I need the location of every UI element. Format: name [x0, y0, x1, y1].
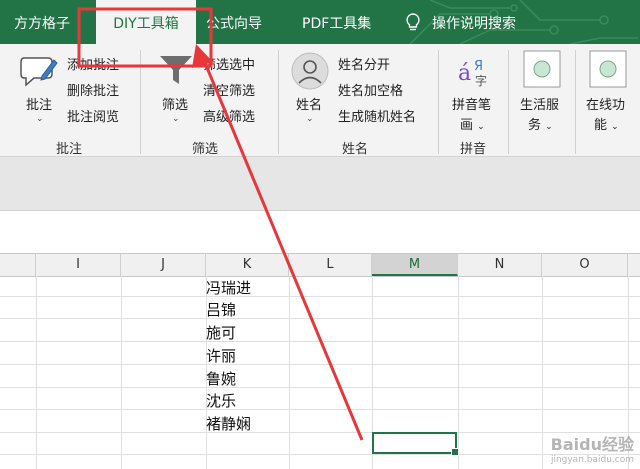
arrow-shaft	[201, 57, 364, 441]
watermark-brand: Baidu经验	[550, 435, 634, 454]
watermark-url: jingyan.baidu.com	[550, 455, 634, 465]
annotation-overlay	[77, 7, 364, 441]
watermark: Baidu经验 jingyan.baidu.com	[551, 431, 634, 465]
highlight-box	[77, 7, 213, 68]
